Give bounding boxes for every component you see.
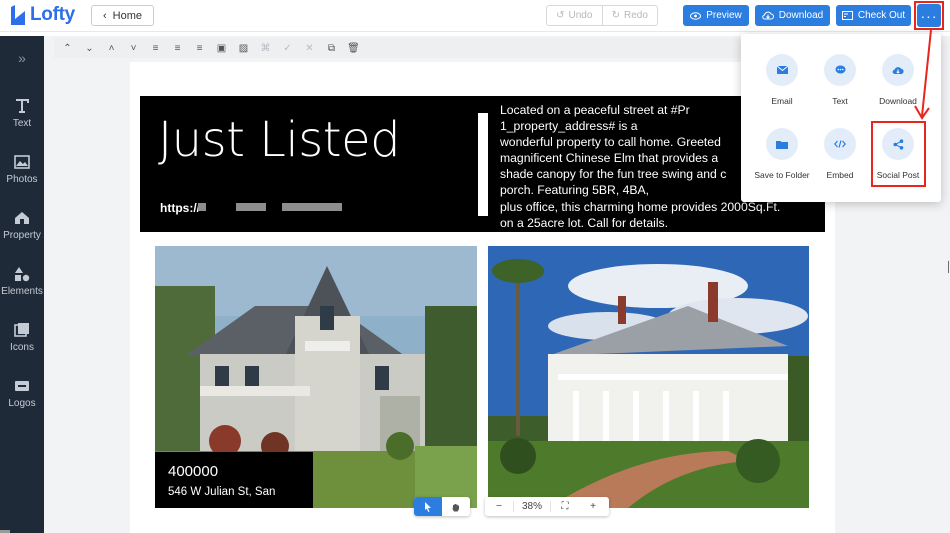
- sidebar-item-label: Logos: [8, 398, 36, 409]
- checkout-label: Check Out: [857, 10, 906, 21]
- folder-icon-circle: [766, 128, 798, 160]
- chat-icon: [835, 65, 845, 74]
- listing-price[interactable]: 400000: [168, 463, 218, 480]
- zoom-out-icon[interactable]: −: [485, 501, 513, 512]
- share-menu-item-label: Embed: [826, 170, 854, 180]
- move-down-icon[interactable]: ⌄: [82, 41, 97, 56]
- zoom-level: 38%: [513, 501, 551, 512]
- move-up-icon[interactable]: ⌃: [60, 41, 75, 56]
- undo-redo-group: ↺ Undo ↻ Redo: [546, 5, 658, 26]
- replace-image-icon[interactable]: ▨: [236, 41, 251, 56]
- undo-label: Undo: [568, 10, 593, 21]
- logo-badge-icon: [15, 381, 29, 391]
- flyer-title[interactable]: Just Listed: [158, 112, 401, 168]
- fit-screen-icon[interactable]: ⛶: [551, 501, 579, 512]
- lofty-logo-icon: [11, 5, 25, 25]
- share-menu-item-label: Text: [832, 96, 848, 106]
- delete-icon[interactable]: 🗑︎: [346, 41, 361, 56]
- close-icon[interactable]: ✕: [302, 41, 317, 56]
- resize-handle-icon: │: [946, 262, 950, 273]
- chevron-left-icon: ‹: [102, 9, 107, 22]
- align-right-icon[interactable]: ≡: [192, 41, 207, 56]
- cursor-icon: [425, 501, 431, 512]
- redacted-text: [198, 203, 206, 211]
- share-menu-item-label: Email: [771, 96, 793, 106]
- code-icon-circle: [824, 128, 856, 160]
- undo-button[interactable]: ↺ Undo: [547, 6, 602, 25]
- banner-divider: [478, 113, 488, 216]
- check-icon[interactable]: ✓: [280, 41, 295, 56]
- download-label: Download: [778, 10, 824, 21]
- folder-icon: [776, 140, 788, 149]
- share-menu-item-save-to-folder[interactable]: Save to Folder: [752, 128, 812, 180]
- sidebar-item-text[interactable]: Text: [0, 98, 44, 129]
- preview-label: Preview: [706, 10, 742, 21]
- eye-icon: [690, 11, 702, 20]
- sidebar-item-logos[interactable]: Logos: [0, 378, 44, 409]
- select-tool-button[interactable]: [414, 497, 442, 516]
- share-menu-item-embed[interactable]: Embed: [810, 128, 870, 180]
- align-center-icon[interactable]: ≡: [170, 41, 185, 56]
- send-to-back-icon[interactable]: ˅: [126, 41, 141, 56]
- preview-button[interactable]: Preview: [683, 5, 749, 26]
- zoom-bar: − 38% ⛶ +: [485, 497, 609, 516]
- left-sidebar: » Text Photos Property Elements Icons Lo…: [0, 36, 44, 533]
- share-menu-item-label: Save to Folder: [754, 170, 810, 180]
- bring-to-front-icon[interactable]: ˄: [104, 41, 119, 56]
- text-icon: [16, 99, 29, 113]
- hand-tool-button[interactable]: [442, 497, 470, 516]
- home-button-label: Home: [112, 9, 142, 22]
- listing-address[interactable]: 546 W Julian St, San: [168, 486, 275, 498]
- sidebar-item-label: Property: [3, 230, 41, 241]
- sidebar-item-photos[interactable]: Photos: [0, 154, 44, 185]
- email-icon-circle: [766, 54, 798, 86]
- sidebar-item-icons[interactable]: Icons: [0, 322, 44, 353]
- crop-icon[interactable]: ⌘: [258, 41, 273, 56]
- redo-label: Redo: [623, 10, 648, 21]
- shapes-icon: [15, 267, 30, 282]
- share-menu-item-email[interactable]: Email: [752, 54, 812, 106]
- sidebar-item-label: Text: [12, 118, 32, 129]
- price-box[interactable]: 400000 546 W Julian St, San: [155, 452, 313, 508]
- annotation-highlight-more: [914, 1, 944, 30]
- app-logo-text: Lofty: [30, 4, 75, 25]
- email-icon: [776, 66, 788, 74]
- icons-icon: [14, 323, 29, 337]
- tool-switch: [414, 497, 470, 516]
- property-photo-2[interactable]: [488, 246, 809, 508]
- sidebar-item-label: Icons: [10, 342, 34, 353]
- crop-image-icon[interactable]: ▣: [214, 41, 229, 56]
- share-menu-item-text[interactable]: Text: [810, 54, 870, 106]
- sidebar-item-elements[interactable]: Elements: [0, 266, 44, 297]
- top-bar: Lofty ‹ Home ↺ Undo ↻ Redo Preview Downl…: [0, 0, 950, 32]
- sidebar-item-label: Photos: [6, 174, 38, 185]
- app-logo[interactable]: Lofty: [10, 3, 75, 27]
- cart-icon: [841, 11, 853, 20]
- redacted-text: [282, 203, 342, 211]
- annotation-arrow-icon: [914, 29, 932, 120]
- sidebar-item-property[interactable]: Property: [0, 210, 44, 241]
- duplicate-icon[interactable]: ⧉: [324, 41, 339, 56]
- undo-icon: ↺: [556, 10, 565, 21]
- zoom-in-icon[interactable]: +: [579, 501, 607, 512]
- expand-sidebar-icon[interactable]: »: [0, 50, 44, 66]
- redacted-text: [236, 203, 266, 211]
- flyer-url[interactable]: https://: [160, 201, 200, 215]
- sidebar-item-label: Elements: [1, 286, 43, 297]
- chat-icon-circle: [824, 54, 856, 86]
- cloud-download-icon: [762, 11, 774, 20]
- home-button[interactable]: ‹ Home: [91, 5, 154, 26]
- download-button[interactable]: Download: [755, 5, 830, 26]
- house-icon: [15, 212, 29, 224]
- checkout-button[interactable]: Check Out: [836, 5, 911, 26]
- code-icon: [834, 140, 846, 148]
- image-icon: [14, 155, 30, 169]
- align-left-icon[interactable]: ≡: [148, 41, 163, 56]
- mansion-photo-image: [488, 246, 809, 508]
- annotation-highlight-social-post: [871, 121, 926, 187]
- hand-icon: [452, 503, 459, 511]
- redo-button[interactable]: ↻ Redo: [601, 6, 658, 25]
- redo-icon: ↻: [611, 10, 620, 21]
